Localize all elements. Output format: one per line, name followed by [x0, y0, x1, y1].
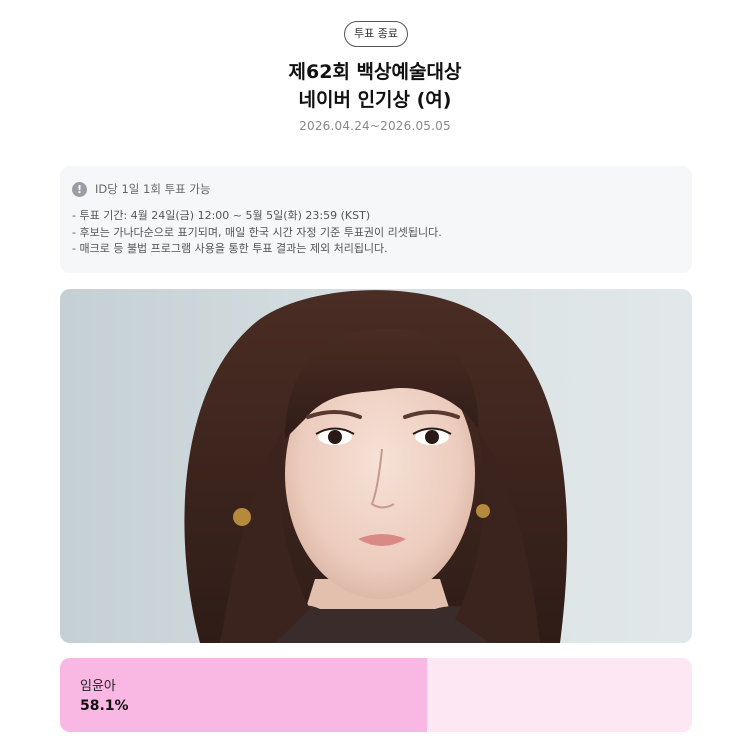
notice-box: ! ID당 1일 1회 투표 가능 - 투표 기간: 4월 24일(금) 12:…: [60, 166, 692, 273]
portrait-illustration: [184, 290, 568, 643]
notice-lines: - 투표 기간: 4월 24일(금) 12:00 ~ 5월 5일(화) 23:5…: [72, 208, 442, 258]
candidate-name: 임윤아: [80, 679, 116, 694]
notice-line: - 후보는 가나다순으로 표기되며, 매일 한국 시간 자정 기준 투표권이 리…: [72, 225, 442, 239]
title-line-2: 네이버 인기상 (여): [298, 89, 452, 111]
title-line-1: 제62회 백상예술대상: [288, 61, 462, 83]
vote-period: 2026.04.24~2026.05.05: [299, 119, 451, 133]
vote-result-bar: 임윤아 58.1%: [60, 658, 692, 732]
notice-header: ! ID당 1일 1회 투표 가능: [72, 181, 211, 197]
page-title: 제62회 백상예술대상 네이버 인기상 (여): [0, 58, 750, 114]
vote-result-fill: [60, 658, 428, 732]
candidate-percent: 58.1%: [80, 698, 129, 714]
vote-closed-badge: 투표 종료: [344, 21, 408, 47]
candidate-photo: [60, 289, 692, 643]
notice-line: - 매크로 등 불법 프로그램 사용을 통한 투표 결과는 제외 처리됩니다.: [72, 242, 388, 255]
notice-title: ID당 1일 1회 투표 가능: [95, 182, 211, 196]
notice-line: - 투표 기간: 4월 24일(금) 12:00 ~ 5월 5일(화) 23:5…: [72, 209, 371, 222]
info-icon: !: [72, 181, 87, 197]
